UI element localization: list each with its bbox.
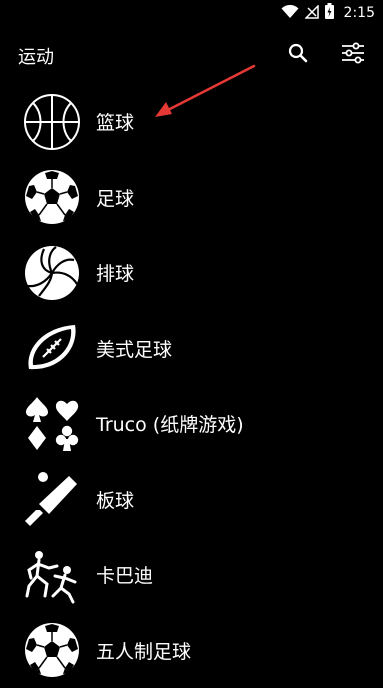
wifi-icon [281, 4, 299, 23]
sport-label: 卡巴迪 [96, 561, 153, 588]
sport-item-volleyball[interactable]: 排球 [0, 235, 383, 311]
volleyball-icon [23, 244, 81, 302]
filter-settings-icon [341, 42, 365, 68]
status-time: 2:15 [344, 5, 375, 21]
app-bar: 运动 [0, 26, 383, 84]
battery-charging-icon [325, 3, 334, 23]
sport-item-futsal[interactable]: 五人制足球 [0, 613, 383, 688]
sport-item-kabaddi[interactable]: 卡巴迪 [0, 537, 383, 613]
kabaddi-icon [23, 546, 81, 604]
sport-label: Truco (纸牌游戏) [96, 410, 244, 437]
cricket-bat-icon [23, 470, 81, 528]
american-football-icon [23, 319, 81, 377]
sport-label: 五人制足球 [96, 637, 191, 664]
status-icons: 2:15 [281, 4, 375, 22]
no-signal-icon [305, 4, 319, 23]
soccer-ball-icon [23, 168, 81, 226]
sport-label: 美式足球 [96, 335, 172, 362]
sport-item-truco[interactable]: Truco (纸牌游戏) [0, 386, 383, 462]
card-suits-icon [23, 395, 81, 453]
futsal-ball-icon [23, 621, 81, 679]
status-bar: 2:15 [0, 0, 383, 26]
sport-item-basketball[interactable]: 篮球 [0, 84, 383, 160]
filter-button[interactable] [338, 40, 368, 70]
sport-item-american-football[interactable]: 美式足球 [0, 311, 383, 387]
search-button[interactable] [283, 40, 313, 70]
sport-item-cricket[interactable]: 板球 [0, 462, 383, 538]
sport-item-soccer[interactable]: 足球 [0, 160, 383, 236]
sport-label: 篮球 [96, 108, 134, 135]
sport-label: 足球 [96, 184, 134, 211]
search-icon [288, 43, 308, 67]
page-title: 运动 [18, 43, 54, 69]
basketball-icon [23, 93, 81, 151]
sports-list: 篮球 足球 [0, 84, 383, 688]
sport-label: 排球 [96, 259, 134, 286]
sport-label: 板球 [96, 486, 134, 513]
